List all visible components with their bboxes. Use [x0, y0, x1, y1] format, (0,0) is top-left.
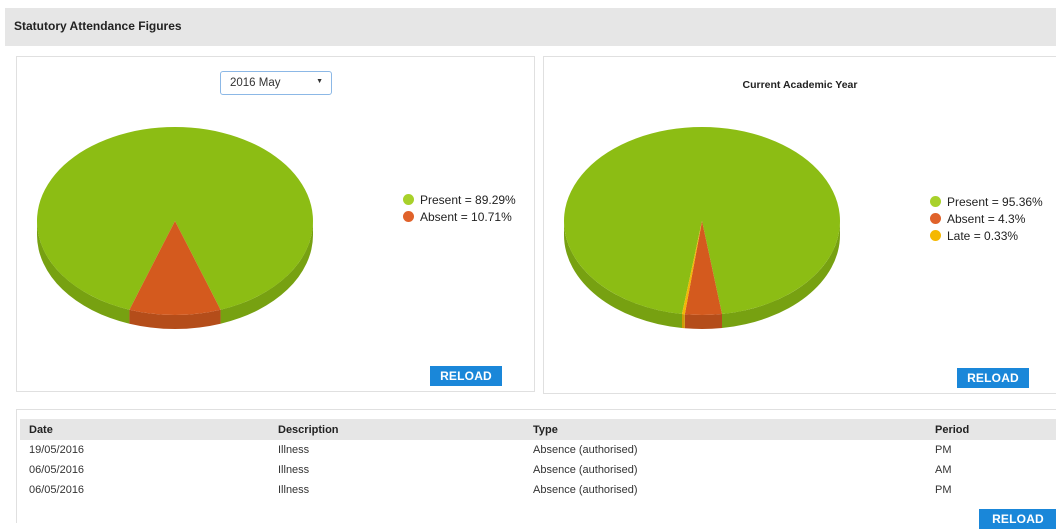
table-reload-button[interactable]: RELOAD	[979, 509, 1056, 529]
cell-description: Illness	[278, 484, 310, 496]
pie-side-late	[681, 314, 685, 329]
month-chart-legend: Present = 89.29% Absent = 10.71%	[403, 191, 516, 225]
cell-date: 06/05/2016	[29, 484, 85, 496]
legend-label: Present = 89.29%	[420, 192, 516, 207]
legend-dot-icon	[930, 196, 941, 207]
header-description[interactable]: Description	[269, 419, 524, 440]
legend-item-present[interactable]: Present = 89.29%	[403, 191, 516, 208]
legend-dot-icon	[403, 211, 414, 222]
table-row[interactable]: 06/05/2016 Illness Absence (authorised) …	[20, 460, 1056, 480]
attendance-table-panel: Date Description Type Period 19/05/2016 …	[16, 409, 1056, 529]
legend-dot-icon	[930, 230, 941, 241]
legend-item-present[interactable]: Present = 95.36%	[930, 193, 1043, 210]
header-period[interactable]: Period	[926, 419, 1056, 440]
cell-period: PM	[935, 484, 952, 496]
month-select[interactable]: 2016 May ▼	[220, 71, 332, 95]
year-chart-title: Current Academic Year	[742, 79, 858, 91]
legend-dot-icon	[403, 194, 414, 205]
legend-label: Absent = 10.71%	[420, 209, 512, 224]
attendance-table: Date Description Type Period 19/05/2016 …	[20, 419, 1056, 500]
header-type[interactable]: Type	[524, 419, 926, 440]
panel-header: Statutory Attendance Figures	[5, 8, 1056, 46]
cell-type: Absence (authorised)	[533, 484, 638, 496]
month-reload-button[interactable]: RELOAD	[430, 366, 502, 386]
year-chart-legend: Present = 95.36% Absent = 4.3% Late = 0.33…	[930, 193, 1043, 244]
legend-label: Late = 0.33%	[947, 228, 1019, 243]
legend-dot-icon	[930, 213, 941, 224]
cell-type: Absence (authorised)	[533, 464, 638, 476]
cell-description: Illness	[278, 464, 310, 476]
year-chart-panel: Current Academic Year Present = 95.36% Ab…	[543, 56, 1056, 394]
cell-description: Illness	[278, 444, 310, 456]
cell-date: 06/05/2016	[29, 464, 85, 476]
legend-label: Absent = 4.3%	[947, 211, 1026, 226]
cell-period: PM	[935, 444, 952, 456]
chevron-down-icon: ▼	[316, 78, 323, 85]
legend-item-absent[interactable]: Absent = 4.3%	[930, 210, 1043, 227]
pie-side-absent	[684, 314, 723, 329]
table-row[interactable]: 06/05/2016 Illness Absence (authorised) …	[20, 480, 1056, 500]
year-reload-button[interactable]: RELOAD	[957, 368, 1029, 388]
legend-item-absent[interactable]: Absent = 10.71%	[403, 208, 516, 225]
table-row[interactable]: 19/05/2016 Illness Absence (authorised) …	[20, 440, 1056, 460]
month-chart-panel: 2016 May ▼ Present = 89.29% Absent = 10.7…	[16, 56, 535, 392]
legend-label: Present = 95.36%	[947, 194, 1043, 209]
cell-type: Absence (authorised)	[533, 444, 638, 456]
panel-title: Statutory Attendance Figures	[14, 19, 182, 33]
cell-date: 19/05/2016	[29, 444, 85, 456]
year-pie-chart	[564, 126, 840, 329]
month-pie-chart	[36, 127, 314, 329]
table-header-row: Date Description Type Period	[20, 419, 1056, 440]
month-select-value: 2016 May	[230, 77, 281, 89]
cell-period: AM	[935, 464, 952, 476]
header-date[interactable]: Date	[20, 419, 269, 440]
legend-item-late[interactable]: Late = 0.33%	[930, 227, 1043, 244]
